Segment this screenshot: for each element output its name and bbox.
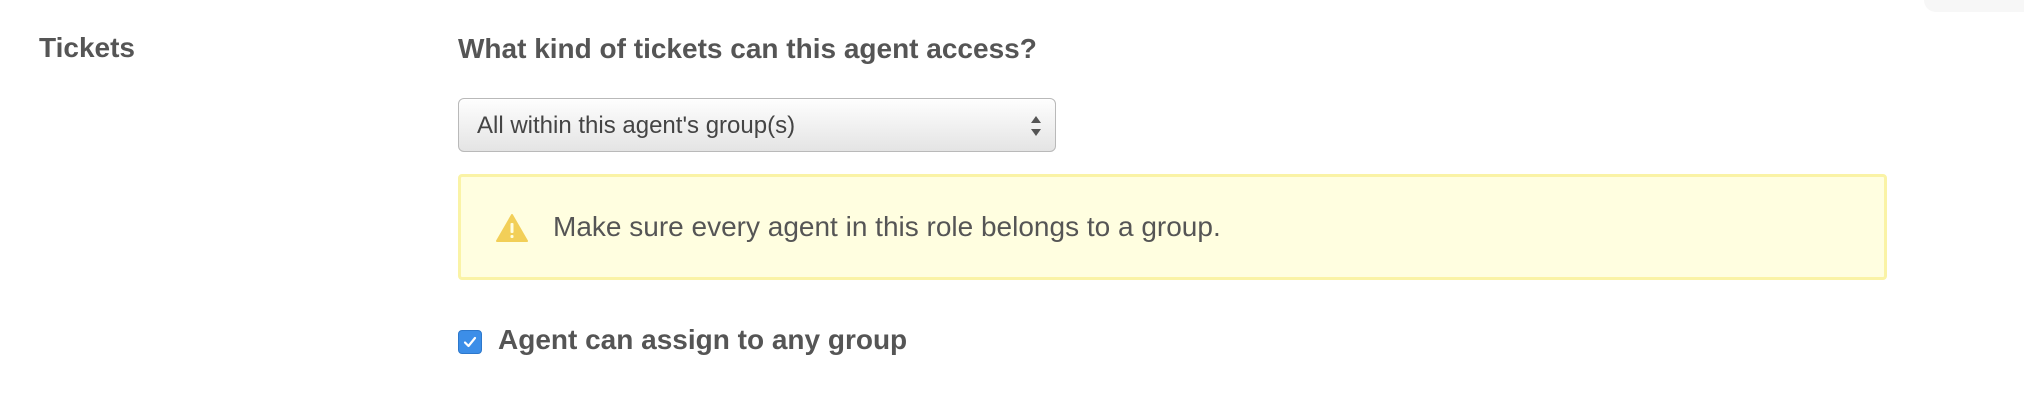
ticket-access-question: What kind of tickets can this agent acce… — [458, 33, 1037, 64]
assign-any-group-checkbox[interactable] — [458, 330, 482, 354]
assign-any-group-label[interactable]: Agent can assign to any group — [498, 322, 907, 358]
select-arrows-icon — [1029, 113, 1043, 139]
section-label: Tickets — [39, 32, 135, 63]
ticket-access-select[interactable]: All within this agent's group(s) — [458, 98, 1056, 152]
group-membership-warning: Make sure every agent in this role belon… — [458, 174, 1887, 280]
top-right-panel-edge — [1924, 0, 2024, 12]
warning-text: Make sure every agent in this role belon… — [553, 211, 1221, 242]
warning-icon — [495, 213, 529, 243]
checkmark-icon — [463, 336, 477, 348]
ticket-access-select-value: All within this agent's group(s) — [477, 112, 796, 139]
